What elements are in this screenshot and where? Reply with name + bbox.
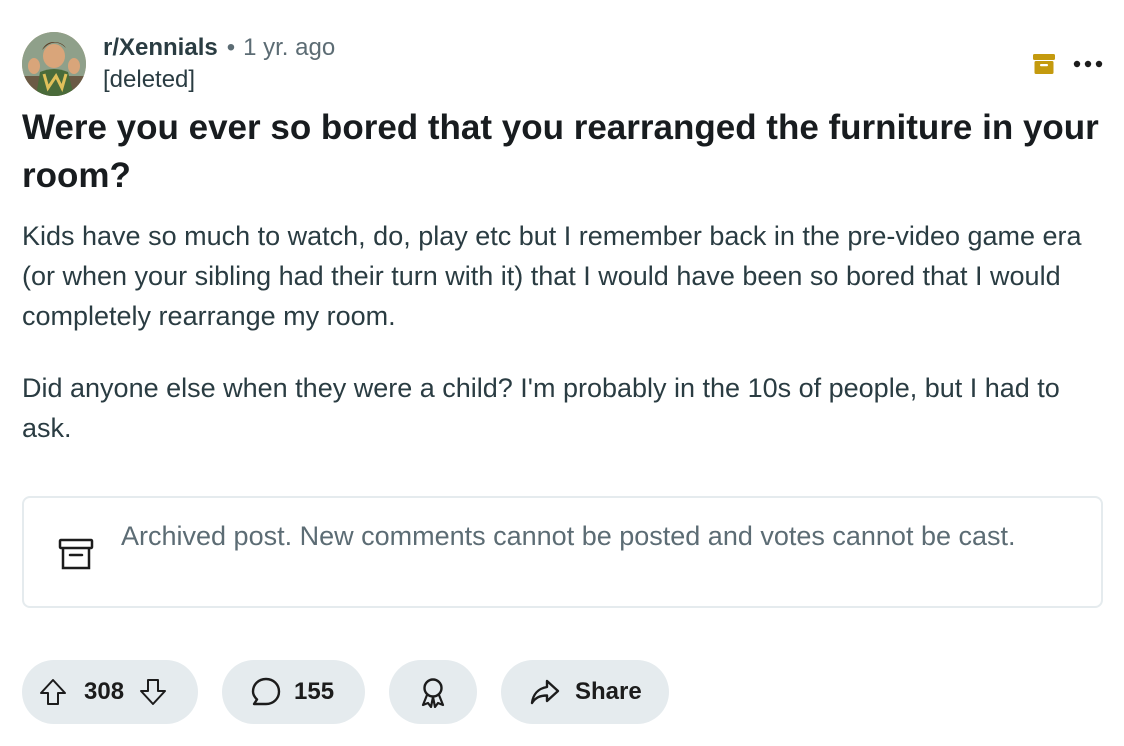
share-label: Share [575,678,642,705]
avatar-image [22,32,86,96]
share-button[interactable]: Share [501,660,669,724]
award-button[interactable] [389,660,477,724]
ellipsis-icon [1073,60,1103,68]
upvote-button[interactable] [38,677,68,707]
post-meta: r/Xennials • 1 yr. ago [103,32,335,64]
comment-bubble-icon [251,677,281,706]
archived-notice-text: Archived post. New comments cannot be po… [121,521,1016,551]
downvote-arrow-icon [140,679,167,705]
post-body-paragraph: Kids have so much to watch, do, play etc… [22,221,1082,331]
subreddit-link[interactable]: r/Xennials [103,34,218,62]
vote-control: 308 [22,660,198,724]
comment-count: 155 [294,678,335,705]
post-body-paragraph: Did anyone else when they were a child? … [22,373,1060,443]
more-options-button[interactable] [1070,50,1106,78]
post-card: r/Xennials • 1 yr. ago [deleted] Were yo… [0,0,1124,746]
upvote-arrow-icon [40,679,66,705]
subreddit-avatar[interactable] [22,32,86,96]
comments-button[interactable]: 155 [222,660,365,724]
post-body: Kids have so much to watch, do, play etc… [22,216,1112,480]
archive-box-icon [58,538,94,570]
post-age: 1 yr. ago [243,34,336,61]
vote-count: 308 [84,678,125,705]
archived-notice: Archived post. New comments cannot be po… [22,496,1103,608]
downvote-button[interactable] [138,677,168,707]
share-arrow-icon [530,679,560,705]
post-author: [deleted] [103,66,196,93]
meta-separator: • [226,34,236,61]
award-icon [421,678,445,708]
archive-icon [1032,52,1056,76]
post-title[interactable]: Were you ever so bored that you rearrang… [22,104,1112,200]
